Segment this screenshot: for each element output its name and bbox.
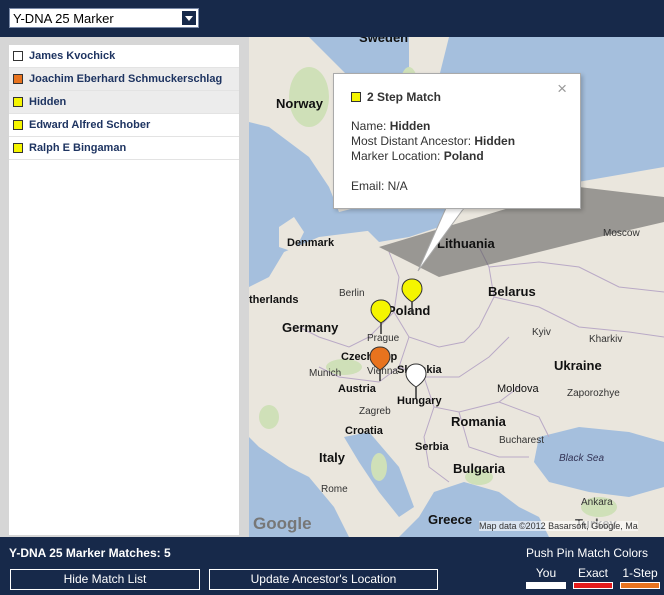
map-label-black-sea: Black Sea (559, 453, 605, 464)
popup-color-swatch (351, 92, 361, 102)
legend-you: You (526, 566, 566, 589)
match-name: Hidden (29, 96, 67, 108)
legend-color-bar (573, 582, 613, 589)
map-label-bulgaria: Bulgaria (453, 461, 506, 476)
map-label-romania: Romania (451, 414, 506, 429)
hide-match-list-button[interactable]: Hide Match List (10, 569, 200, 590)
match-item-1[interactable]: Joachim Eberhard Schmuckerschlag (9, 68, 239, 91)
map-label-rome: Rome (321, 484, 348, 495)
match-color-swatch (13, 97, 23, 107)
map-pin-yellow[interactable] (401, 278, 423, 314)
map-label-netherlands: therlands (249, 294, 299, 306)
legend-exact: Exact (573, 566, 613, 589)
match-name: Ralph E Bingaman (29, 142, 127, 154)
map-label-croatia: Croatia (345, 425, 383, 437)
legend-label: You (535, 566, 557, 580)
map-label-ukraine: Ukraine (554, 358, 602, 373)
popup-title-text: 2 Step Match (367, 90, 442, 104)
matches-count: Y-DNA 25 Marker Matches: 5 (9, 546, 171, 560)
match-color-swatch (13, 120, 23, 130)
map-label-sweden: Sweden (359, 37, 409, 45)
popup-ancestor-label: Most Distant Ancestor: (351, 134, 475, 148)
popup-pointer (417, 208, 465, 272)
map-pin-yellow[interactable] (370, 299, 392, 335)
match-name: Joachim Eberhard Schmuckerschlag (29, 73, 223, 85)
map-label-moscow: Moscow (603, 228, 640, 239)
match-color-swatch (13, 74, 23, 84)
popup-email: Email: N/A (351, 179, 408, 193)
chevron-down-icon[interactable] (182, 11, 196, 25)
match-name: Edward Alfred Schober (29, 119, 151, 131)
map-label-norway: Norway (276, 96, 323, 111)
map-label-zaporozhye: Zaporozhye (567, 388, 620, 399)
map-label-germany: Germany (282, 320, 339, 335)
match-item-0[interactable]: James Kvochick (9, 45, 239, 68)
map-label-munich: Munich (309, 368, 342, 379)
match-item-2[interactable]: Hidden (9, 91, 239, 114)
map-label-ankara: Ankara (581, 497, 613, 508)
match-item-3[interactable]: Edward Alfred Schober (9, 114, 239, 137)
popup-ancestor-value: Hidden (474, 134, 516, 148)
map-label-kyiv: Kyiv (532, 327, 551, 338)
map-label-greece: Greece (428, 512, 473, 527)
close-icon[interactable]: × (557, 79, 567, 99)
map-label-belarus: Belarus (488, 284, 536, 299)
popup-location-label: Marker Location: (351, 149, 444, 163)
map-label-denmark: Denmark (287, 237, 335, 249)
marker-select-value: Y-DNA 25 Marker (13, 11, 114, 26)
map-label-italy: Italy (319, 450, 346, 465)
match-color-swatch (13, 143, 23, 153)
map-pin-white[interactable] (405, 363, 427, 399)
google-logo: Google (253, 514, 312, 533)
popup-title: 2 Step Match (351, 90, 441, 104)
map-label-zagreb: Zagreb (359, 406, 391, 417)
match-name: James Kvochick (29, 50, 116, 62)
marker-type-select[interactable]: Y-DNA 25 Marker (9, 8, 199, 28)
match-item-4[interactable]: Ralph E Bingaman (9, 137, 239, 160)
legend-label: 1-Step (622, 566, 658, 580)
map-label-moldova: Moldova (497, 383, 539, 395)
match-color-swatch (13, 51, 23, 61)
popup-name-value: Hidden (389, 119, 431, 133)
map-label-austria: Austria (338, 383, 376, 395)
map-label-serbia: Serbia (415, 441, 449, 453)
pin-colors-title: Push Pin Match Colors (526, 546, 649, 560)
map-attribution: Map data ©2012 Basarsoft, Google, Ma (479, 521, 638, 531)
legend-color-bar (620, 582, 660, 589)
popup-name-label: Name: (351, 119, 390, 133)
update-ancestor-location-button[interactable]: Update Ancestor's Location (209, 569, 438, 590)
map-label-bucharest: Bucharest (499, 435, 545, 446)
map-label-berlin: Berlin (339, 288, 365, 299)
map-pin-orange[interactable] (369, 346, 391, 382)
footer-bar: Y-DNA 25 Marker Matches: 5 Hide Match Li… (0, 537, 664, 595)
legend-color-bar (526, 582, 566, 589)
match-list: James Kvochick Joachim Eberhard Schmucke… (9, 45, 239, 535)
legend-label: Exact (577, 566, 608, 580)
popup-location-value: Poland (443, 149, 484, 163)
map-label-kharkiv: Kharkiv (589, 334, 623, 345)
popup-details: Name: Hidden Most Distant Ancestor: Hidd… (351, 119, 515, 164)
legend-one-step: 1-Step (620, 566, 660, 589)
match-info-popup: 2 Step Match × Name: Hidden Most Distant… (333, 73, 581, 209)
